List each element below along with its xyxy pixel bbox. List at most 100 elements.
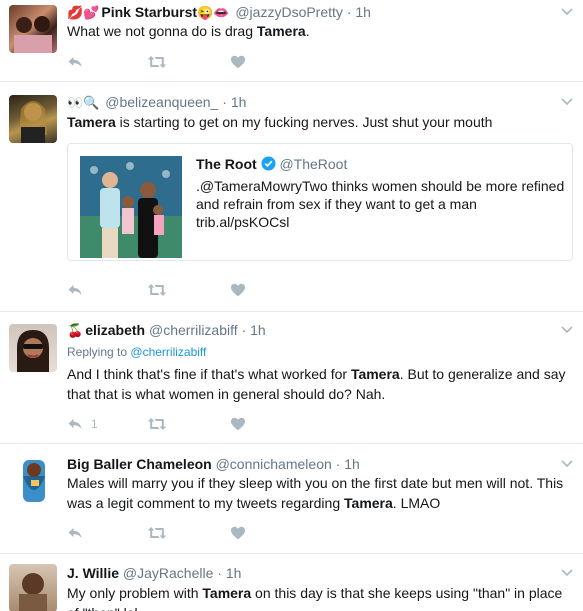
replying-to: Replying to @cherrilizabiff (67, 344, 206, 360)
quoted-display-name[interactable]: The Root (196, 156, 257, 172)
handle[interactable]: @connichameleon (216, 456, 332, 472)
display-name[interactable]: Pink Starburst (101, 4, 197, 20)
tweet[interactable]: 🍒 elizabeth @cherrilizabiff · 1h Replying… (0, 312, 583, 444)
quoted-tweet[interactable]: The Root @TheRoot .@TameraMowryTwo think… (67, 143, 573, 261)
timestamp[interactable]: 1h (344, 456, 360, 472)
display-name[interactable]: Big Baller Chameleon (67, 456, 212, 472)
retweet-icon (147, 416, 167, 432)
tweet-header: 🍒 elizabeth @cherrilizabiff · 1h (67, 321, 266, 340)
chevron-down-icon[interactable] (561, 460, 573, 468)
tweet[interactable]: J. Willie @JayRachelle · 1h My only prob… (0, 554, 583, 611)
retweet-icon (147, 54, 167, 70)
tweet-header: Big Baller Chameleon @connichameleon · 1… (67, 455, 360, 473)
quoted-tweet-text: .@TameraMowryTwo thinks women should be … (196, 178, 565, 230)
like-icon (230, 416, 246, 432)
like-icon (230, 282, 246, 298)
like-button[interactable] (230, 282, 246, 298)
tweet[interactable]: 💋💕 Pink Starburst😜👄 @jazzyDsoPretty · 1h … (0, 0, 583, 82)
tweet-actions (67, 54, 267, 70)
retweet-icon (147, 282, 167, 298)
display-name[interactable]: elizabeth (85, 322, 145, 338)
reply-button[interactable]: 1 (67, 416, 98, 432)
tweet[interactable]: Big Baller Chameleon @connichameleon · 1… (0, 444, 583, 554)
text-segment: And I think that's fine if that's what w… (67, 366, 351, 382)
highlight-term: Tamera (202, 585, 252, 601)
retweet-button[interactable] (147, 282, 167, 298)
like-icon (230, 54, 246, 70)
reply-icon (67, 416, 83, 432)
handle[interactable]: @JayRachelle (123, 565, 213, 581)
reply-count: 1 (91, 417, 98, 431)
chevron-down-icon[interactable] (561, 569, 573, 577)
reply-icon (67, 282, 83, 298)
handle[interactable]: @cherrilizabiff (149, 322, 238, 338)
avatar-photo (17, 330, 49, 372)
handle[interactable]: @jazzyDsoPretty (235, 4, 343, 20)
avatar[interactable] (9, 5, 57, 53)
tweet-header: J. Willie @JayRachelle · 1h (67, 564, 241, 582)
avatar-photo (19, 101, 47, 143)
chevron-down-icon[interactable] (561, 8, 573, 16)
tweet-header: 👀🔍 @belizeanqueen_ · 1h (67, 93, 246, 112)
quoted-tweet-image (80, 156, 182, 258)
avatar-photo (14, 16, 52, 53)
replying-to-handle[interactable]: @cherrilizabiff (130, 345, 206, 359)
tweet-text: My only problem with Tamera on this day … (67, 583, 573, 611)
reply-button[interactable] (67, 282, 83, 298)
name-emoji: 👀🔍 (67, 95, 100, 110)
highlight-term: Tamera (256, 23, 306, 39)
separator: · (346, 4, 352, 20)
like-button[interactable] (230, 54, 246, 70)
chevron-down-icon[interactable] (561, 98, 573, 106)
timestamp[interactable]: 1h (231, 94, 247, 110)
verified-icon (261, 156, 276, 171)
tweet-text: What we not gonna do is drag Tamera. (67, 21, 573, 41)
avatar[interactable] (9, 324, 57, 372)
name-emoji-suffix: 😜👄 (197, 5, 230, 20)
like-button[interactable] (230, 416, 246, 432)
quoted-handle[interactable]: @TheRoot (279, 156, 347, 172)
handle[interactable]: @belizeanqueen_ (105, 94, 218, 110)
retweet-button[interactable] (147, 54, 167, 70)
timestamp[interactable]: 1h (355, 4, 371, 20)
replying-to-label: Replying to (67, 345, 128, 359)
reply-button[interactable] (67, 54, 83, 70)
like-button[interactable] (230, 525, 246, 541)
text-segment: What we not gonna do is drag (67, 23, 257, 39)
reply-icon (67, 525, 83, 541)
family-photo (80, 156, 182, 258)
text-segment: My only problem with (67, 585, 203, 601)
avatar-photo (19, 573, 47, 611)
separator: · (217, 565, 222, 581)
reply-button[interactable] (67, 525, 83, 541)
quoted-tweet-header: The Root @TheRoot (196, 156, 347, 172)
separator: · (222, 94, 227, 110)
avatar[interactable] (9, 564, 57, 611)
tweet[interactable]: 👀🔍 @belizeanqueen_ · 1h Tamera is starti… (0, 82, 583, 312)
reply-icon (67, 54, 83, 70)
timestamp[interactable]: 1h (250, 322, 266, 338)
separator: · (335, 456, 341, 472)
retweet-button[interactable] (147, 525, 167, 541)
like-icon (230, 525, 246, 541)
tweet-text: Males will marry you if they sleep with … (67, 473, 573, 513)
name-emoji: 🍒 (67, 323, 84, 338)
tweet-actions (67, 525, 267, 541)
tweet-header: 💋💕 Pink Starburst😜👄 @jazzyDsoPretty · 1h (67, 3, 371, 22)
tweet-actions: 1 (67, 416, 267, 432)
chevron-down-icon[interactable] (561, 326, 573, 334)
avatar[interactable] (9, 95, 57, 143)
timestamp[interactable]: 1h (226, 565, 242, 581)
tweet-actions (67, 282, 267, 298)
text-segment: Males will marry you if they sleep with … (67, 475, 564, 511)
avatar-photo (23, 460, 45, 502)
name-emoji: 💋💕 (67, 5, 100, 20)
retweet-button[interactable] (147, 416, 167, 432)
display-name[interactable]: J. Willie (67, 565, 119, 581)
retweet-icon (147, 525, 167, 541)
text-segment: . (305, 23, 310, 39)
highlight-term: Tamera (67, 114, 116, 130)
tweet-text: Tamera is starting to get on my fucking … (67, 112, 573, 132)
tweet-text: And I think that's fine if that's what w… (67, 364, 573, 404)
avatar[interactable] (13, 456, 53, 504)
